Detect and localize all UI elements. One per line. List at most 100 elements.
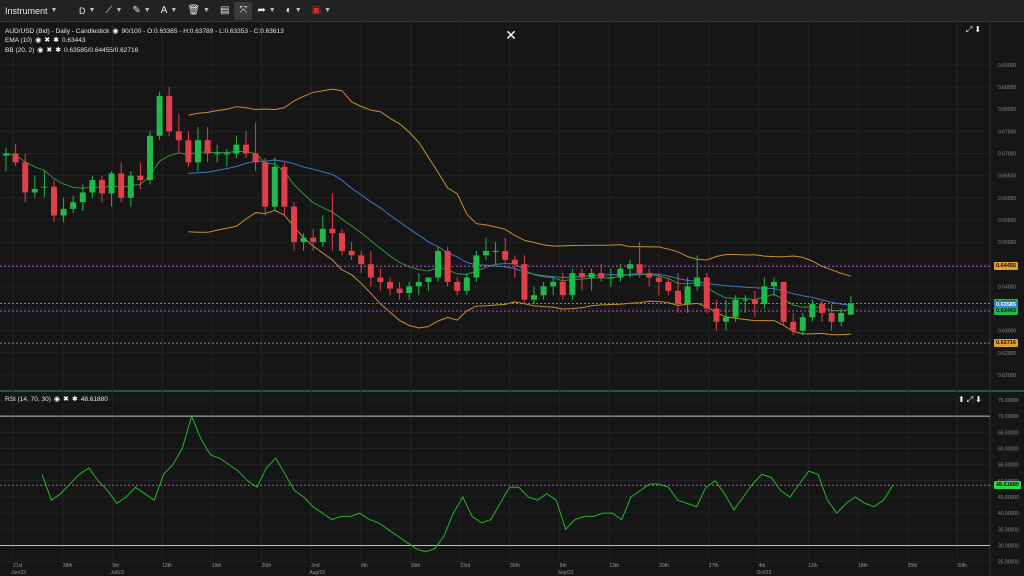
candle-body (156, 95, 163, 136)
candle-body (675, 290, 681, 305)
price-tag: 0.63443 (994, 307, 1018, 316)
main-legend-values: 90/100 - O:0.63365 - H:0.63789 - L:0.633… (121, 27, 284, 35)
candle-body (809, 304, 816, 318)
language-button[interactable]: ▣ ▼ (307, 2, 336, 20)
eye-icon[interactable]: ◉ (112, 27, 118, 35)
rsi-tick-label: 55.00000 (998, 463, 1019, 469)
close-icon[interactable]: ✕ (500, 24, 522, 46)
arrow-down-icon[interactable]: ⬇ (974, 25, 981, 35)
candle-body (598, 273, 605, 278)
candle-body (348, 250, 355, 256)
candle-body (415, 281, 422, 287)
date-tick-label: 4th (759, 563, 766, 569)
text-button[interactable]: A ▼ (156, 2, 183, 20)
candle-body (531, 295, 537, 300)
chart-area[interactable]: 0.69000 0.68500 0.68000 0.67500 0.67000 0.665… (0, 22, 1024, 576)
date-tick-label: 30th (957, 563, 967, 569)
candle-body (31, 188, 38, 193)
settings-icon[interactable]: ✱ (72, 395, 78, 403)
candle-body (703, 277, 710, 309)
remove-icon[interactable]: ✖ (63, 395, 69, 403)
bb-legend-name: BB (20, 2) (5, 46, 35, 54)
candle-body (742, 299, 749, 301)
share-icon: ➦ (257, 5, 266, 16)
candle-body (195, 140, 201, 163)
candle-body (185, 140, 192, 163)
date-tick-label: 18th (858, 563, 868, 569)
draw-line-button[interactable]: ⟋ ▼ (100, 2, 127, 20)
candle-body (214, 153, 221, 155)
candle-body (617, 268, 624, 278)
date-tick-label: 5th (112, 563, 119, 569)
candle-body (713, 308, 720, 322)
candle-body (22, 162, 29, 193)
arrow-up-icon[interactable]: ⬆ (958, 395, 965, 405)
candle-body (70, 202, 77, 209)
chart-canvas[interactable]: 0.69000 0.68500 0.68000 0.67500 0.67000 0.665… (0, 22, 1024, 576)
text-icon: A (160, 5, 168, 16)
chevron-down-icon: ▼ (115, 7, 123, 14)
candle-body (377, 277, 384, 282)
candle-body (588, 273, 595, 278)
candle-body (790, 321, 797, 331)
candle-body (310, 237, 317, 243)
candle-body (473, 255, 480, 278)
eye-icon[interactable]: ◉ (37, 46, 43, 54)
fullscreen-button[interactable]: ⤧ (234, 1, 253, 20)
instrument-label: Instrument (5, 5, 48, 16)
arrow-down-icon[interactable]: ⬇ (975, 395, 982, 405)
candle-body (540, 286, 547, 296)
price-tick-label: 0.65500 (998, 218, 1016, 224)
candle-body (569, 273, 576, 296)
share-button[interactable]: ➦ ▼ (252, 2, 280, 20)
ema-legend-value: 0.63443 (61, 36, 86, 44)
candle-body (502, 250, 509, 260)
remove-icon[interactable]: ✖ (44, 36, 50, 44)
candle-body (694, 277, 701, 287)
chevron-down-icon: ▼ (268, 7, 276, 14)
candle-body (41, 186, 48, 188)
candle-body (684, 286, 691, 305)
candle-body (387, 281, 393, 289)
candle-body (607, 277, 614, 279)
candle-body (175, 131, 182, 141)
candle-body (358, 255, 365, 265)
instrument-dropdown[interactable]: Instrument ▼ (0, 2, 74, 20)
date-tick-label: 21st (13, 563, 23, 569)
candle-body (732, 299, 739, 318)
date-tick-label: 13th (609, 563, 619, 569)
settings-icon[interactable]: ✱ (53, 36, 59, 44)
rsi-tick-label: 45.00000 (998, 495, 1019, 501)
rsi-legend-value: 48.61880 (80, 395, 108, 403)
eye-icon[interactable]: ◉ (35, 36, 41, 44)
price-tick-label: 0.65000 (998, 240, 1016, 246)
candle-body (252, 153, 259, 163)
expand-icon[interactable]: ⤢ (967, 395, 973, 405)
settings-icon[interactable]: ✱ (55, 46, 61, 54)
candle-body (329, 228, 336, 234)
candle-body (579, 273, 585, 278)
eye-icon[interactable]: ◉ (54, 395, 60, 403)
pen-button[interactable]: ✎ ▼ (127, 2, 155, 20)
expand-icon[interactable]: ⤢ (966, 25, 972, 35)
layout-icon: ▤ (219, 5, 230, 16)
bb-legend: BB (20, 2) ◉ ✖ ✱ 0.63585/0.64455/0.62716 (5, 46, 138, 55)
date-tick-label: 28th (63, 563, 73, 569)
price-tick-label: 0.66500 (998, 174, 1016, 180)
delete-button[interactable]: 🗑 ▼ (182, 2, 215, 20)
main-pane-controls: ⤢ ⬇ (966, 25, 981, 35)
draw-line-icon: ⟋ (105, 5, 113, 16)
candle-body (799, 317, 806, 331)
candle-body (521, 264, 528, 300)
theme-button[interactable]: ◐ ▼ (281, 2, 307, 20)
candle-body (751, 299, 758, 305)
layout-button[interactable]: ▤ (215, 2, 234, 20)
price-tick-label: 0.64000 (998, 284, 1016, 290)
rsi-legend-name: RSI (14, 70, 30) (5, 395, 51, 403)
candle-body (12, 153, 19, 163)
toolbar: Instrument ▼ D ▼ ⟋ ▼ ✎ ▼ A ▼ 🗑 ▼ ▤ ⤧ ➦ ▼ ◐ ▼ ▣… (0, 0, 1024, 22)
rsi-value-tag: 48.61880 (994, 481, 1021, 490)
price-tick-label: 0.63000 (998, 329, 1016, 335)
remove-icon[interactable]: ✖ (46, 46, 52, 54)
timeframe-dropdown[interactable]: D ▼ (74, 2, 100, 20)
